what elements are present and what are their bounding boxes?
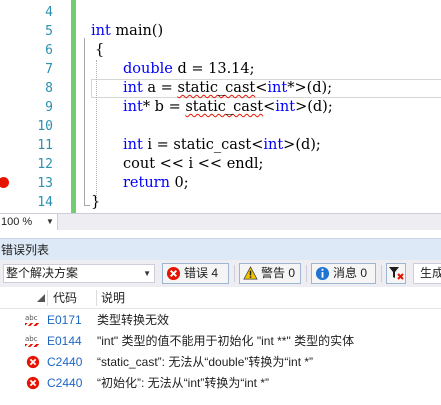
code-line-6[interactable]: { (95, 41, 104, 60)
error-code-link[interactable]: C2440 (47, 373, 82, 394)
table-row[interactable]: abc E0144 "int" 类型的值不能用于初始化 "int **" 类型的… (0, 331, 441, 352)
keyword: double (123, 61, 173, 77)
change-tracking-bar (71, 0, 76, 213)
warnings-count-label: 警告 0 (261, 266, 296, 280)
code-line-5[interactable]: int main() (91, 22, 163, 41)
error-description: "int" 类型的值不能用于初始化 "int **" 类型的实体 (97, 334, 355, 348)
squiggle-abc-icon: abc (25, 315, 41, 327)
toolbar-separator (234, 265, 235, 282)
editor-status-bar: 100 % ▼ (0, 213, 441, 230)
code-line-12[interactable]: cout << i << endl; (123, 155, 263, 174)
collapse-triangle-icon[interactable] (37, 294, 45, 302)
keyword: int (263, 137, 284, 153)
keyword: int (123, 99, 143, 115)
error-description: “static_cast”: 无法从“double”转换为“int *” (97, 355, 314, 369)
chevron-down-icon: ▼ (46, 217, 54, 226)
keyword: int (267, 80, 288, 96)
code-text: { (95, 42, 105, 58)
line-number: 14 (37, 195, 53, 210)
code-line-14[interactable]: } (91, 193, 100, 212)
code-text: a = (142, 80, 178, 96)
messages-filter-button[interactable]: 消息 0 (311, 263, 376, 284)
messages-count-label: 消息 0 (333, 266, 368, 280)
outline-fold-end (84, 205, 90, 206)
code-editor[interactable]: 4 5 6 7 8 9 10 11 12 13 14 int main() { … (0, 0, 441, 213)
zoom-dropdown[interactable]: 100 % ▼ (0, 214, 58, 230)
code-text: < (255, 80, 268, 96)
error-circle-icon (26, 355, 40, 369)
chevron-down-icon: ▼ (143, 269, 151, 278)
code-line-8[interactable]: int a = static_cast<int*>(d); (123, 79, 332, 98)
error-circle-icon (26, 376, 40, 390)
scope-dropdown[interactable]: 整个解决方案 ▼ (3, 264, 155, 283)
keyword: int (123, 80, 143, 96)
line-number: 7 (45, 62, 53, 77)
error-description: “初始化”: 无法从“int”转换为“int *” (97, 376, 269, 390)
errors-count-label: 错误 4 (184, 266, 219, 280)
error-code-link[interactable]: E0144 (47, 331, 82, 352)
error-list-title-bar[interactable]: 错误列表 (0, 238, 441, 260)
code-text: * b = (142, 99, 186, 115)
code-text: >(d); (295, 99, 333, 115)
error-table-header: 代码 说明 (0, 287, 441, 309)
errors-filter-button[interactable]: 错误 4 (162, 263, 229, 284)
error-squiggle[interactable]: static_cast (185, 99, 263, 115)
code-text: i = static_cast< (142, 137, 264, 153)
indent-guide (96, 60, 97, 198)
column-separator[interactable] (47, 290, 48, 306)
line-number-gutter[interactable]: 4 5 6 7 8 9 10 11 12 13 14 (0, 0, 56, 213)
zoom-value: 100 % (1, 216, 33, 228)
table-row[interactable]: C2440 “初始化”: 无法从“int”转换为“int *” (0, 373, 441, 394)
squiggle-abc-icon: abc (25, 336, 41, 348)
error-code-link[interactable]: C2440 (47, 352, 82, 373)
line-number: 12 (37, 157, 53, 172)
line-number: 8 (45, 81, 53, 96)
info-circle-icon (315, 266, 330, 281)
code-text: *>(d); (287, 80, 333, 96)
code-text: 0; (169, 175, 189, 191)
code-line-11[interactable]: int i = static_cast<int>(d); (123, 136, 321, 155)
build-source-dropdown[interactable]: 生成 (413, 263, 441, 284)
column-separator[interactable] (96, 290, 97, 306)
line-number: 9 (45, 100, 53, 115)
toolbar-separator (306, 265, 307, 282)
keyword: int (275, 99, 296, 115)
scope-value: 整个解决方案 (6, 266, 79, 280)
warnings-filter-button[interactable]: 警告 0 (239, 263, 301, 284)
build-source-label: 生成 (420, 266, 441, 280)
code-text: d = 13.14; (172, 61, 255, 77)
filter-button[interactable] (386, 263, 406, 284)
code-line-7[interactable]: double d = 13.14; (123, 60, 255, 79)
error-squiggle[interactable]: static_cast (177, 80, 255, 96)
code-line-9[interactable]: int* b = static_cast<int>(d); (123, 98, 333, 117)
column-header-code[interactable]: 代码 (53, 287, 77, 309)
error-description: 类型转换无效 (97, 313, 170, 327)
line-number: 5 (45, 24, 53, 39)
keyword: return (123, 175, 170, 191)
line-number: 4 (45, 5, 53, 20)
error-circle-icon (166, 266, 181, 281)
error-code-link[interactable]: E0171 (47, 310, 82, 331)
toolbar-separator (381, 265, 382, 282)
code-text: cout << i << endl; (123, 156, 264, 172)
column-header-description[interactable]: 说明 (101, 287, 125, 309)
line-number: 6 (45, 43, 53, 58)
keyword: int (123, 137, 143, 153)
code-text: >(d); (283, 137, 321, 153)
code-line-13[interactable]: return 0; (123, 174, 189, 193)
panel-title: 错误列表 (1, 243, 50, 257)
code-text: } (91, 194, 101, 210)
table-row[interactable]: abc E0171 类型转换无效 (0, 310, 441, 331)
warning-triangle-icon (243, 266, 258, 280)
keyword: int (91, 23, 111, 39)
filter-icon (389, 267, 404, 280)
table-row[interactable]: C2440 “static_cast”: 无法从“double”转换为“int … (0, 352, 441, 373)
line-number: 10 (37, 119, 53, 134)
code-text: main() (110, 23, 164, 39)
code-text: < (263, 99, 276, 115)
error-list-toolbar: 整个解决方案 ▼ 错误 4 警告 0 消息 0 生成 (0, 260, 441, 287)
line-number: 11 (37, 138, 53, 153)
outline-fold-line (84, 38, 85, 206)
